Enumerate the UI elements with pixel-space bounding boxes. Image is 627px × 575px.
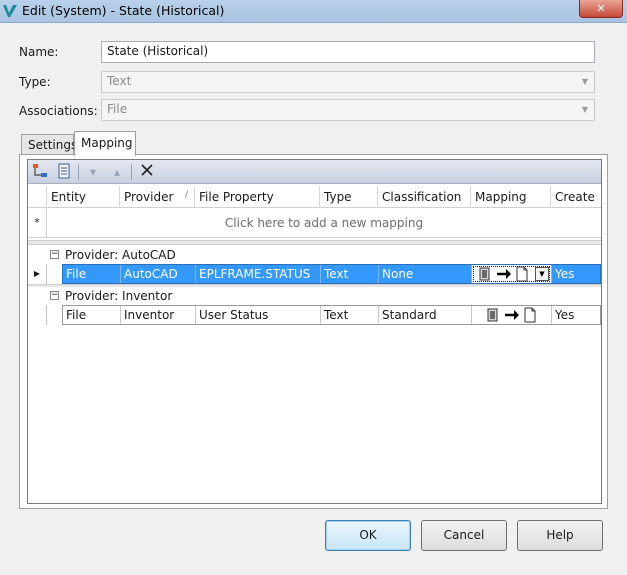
ok-button-label: OK [359, 528, 377, 542]
column-classification[interactable]: Classification [378, 186, 471, 208]
cell-type[interactable]: Text [321, 265, 379, 283]
move-up-button[interactable]: ▴ [108, 163, 126, 181]
properties-icon [58, 163, 70, 179]
cell-classification[interactable]: None [379, 265, 472, 283]
cell-provider[interactable]: AutoCAD [121, 265, 196, 283]
mapping-direction [478, 266, 528, 282]
new-row-icon: * [28, 208, 47, 238]
column-create[interactable]: Create [551, 186, 601, 208]
move-down-icon: ▾ [89, 165, 97, 179]
collapse-icon[interactable]: − [50, 250, 59, 259]
mapping-direction [486, 307, 536, 323]
toolbar-separator [131, 164, 132, 180]
window-title: Edit (System) - State (Historical) [22, 3, 225, 18]
help-button-label: Help [546, 528, 574, 542]
title-bar: Edit (System) - State (Historical) ✕ [0, 0, 627, 23]
type-select[interactable]: Text ▼ [101, 71, 595, 93]
tab-settings[interactable]: Settings [21, 134, 78, 155]
cell-mapping[interactable] [472, 306, 552, 324]
close-icon: ✕ [596, 2, 606, 15]
delete-icon [141, 164, 153, 176]
table-row[interactable]: File Inventor User Status Text Standard [28, 305, 601, 325]
column-mapping[interactable]: Mapping [471, 186, 551, 208]
group-header-autocad[interactable]: − Provider: AutoCAD [28, 246, 601, 264]
mapping-grid: ▾ ▴ Entity Provider / File Property Type… [27, 159, 602, 504]
column-type-label: Type [324, 190, 352, 204]
chevron-down-icon: ▼ [539, 270, 545, 278]
ok-button[interactable]: OK [325, 520, 411, 551]
row-header-corner [28, 186, 47, 208]
mapping-panel: ▾ ▴ Entity Provider / File Property Type… [19, 154, 608, 509]
add-mapping-icon [33, 164, 47, 177]
column-entity-label: Entity [51, 190, 87, 204]
grid-header: Entity Provider / File Property Type Cla… [28, 186, 601, 208]
tab-mapping-label: Mapping [81, 136, 133, 150]
move-up-icon: ▴ [113, 165, 121, 179]
group-header-inventor[interactable]: − Provider: Inventor [28, 287, 601, 305]
associations-select[interactable]: File ▼ [101, 99, 595, 121]
app-logo-icon [3, 5, 17, 17]
type-label: Type: [19, 75, 51, 89]
column-provider-label: Provider [124, 190, 174, 204]
add-mapping-hint: Click here to add a new mapping [224, 216, 424, 230]
add-mapping-row[interactable]: * Click here to add a new mapping [28, 208, 601, 238]
cell-provider[interactable]: Inventor [121, 306, 196, 324]
current-row-icon: ▶ [28, 264, 47, 284]
associations-value: File [107, 102, 128, 116]
name-input[interactable]: State (Historical) [101, 41, 595, 63]
cell-entity[interactable]: File [63, 306, 121, 324]
close-button[interactable]: ✕ [579, 0, 623, 18]
file-icon [516, 266, 528, 282]
tab-mapping[interactable]: Mapping [74, 131, 136, 156]
add-mapping-button[interactable] [31, 163, 49, 181]
arrow-right-icon [496, 269, 511, 279]
cell-file-property[interactable]: User Status [196, 306, 321, 324]
name-value: State (Historical) [107, 44, 209, 58]
table-row[interactable]: ▶ File AutoCAD EPLFRAME.STATUS Text None [28, 264, 601, 284]
sort-ascending-icon: / [184, 190, 188, 200]
help-button[interactable]: Help [517, 520, 603, 551]
cancel-button[interactable]: Cancel [421, 520, 507, 551]
cell-type[interactable]: Text [321, 306, 379, 324]
provider-property-icon [487, 308, 498, 322]
column-create-label: Create [555, 190, 595, 204]
group-label: Provider: AutoCAD [65, 248, 176, 262]
file-icon [524, 307, 536, 323]
associations-label: Associations: [19, 104, 98, 118]
name-label: Name: [19, 45, 59, 59]
delete-button[interactable] [138, 163, 156, 181]
cell-entity[interactable]: File [63, 265, 121, 283]
provider-property-icon [479, 267, 490, 281]
column-mapping-label: Mapping [475, 190, 527, 204]
tab-settings-label: Settings [28, 138, 78, 152]
grid-toolbar: ▾ ▴ [28, 160, 601, 184]
column-provider[interactable]: Provider / [120, 186, 195, 208]
cell-create[interactable]: Yes [552, 265, 600, 283]
column-file-property[interactable]: File Property [195, 186, 320, 208]
chevron-down-icon: ▼ [581, 77, 589, 86]
collapse-icon[interactable]: − [50, 291, 59, 300]
cell-mapping[interactable]: ▼ [472, 265, 552, 283]
cell-classification[interactable]: Standard [379, 306, 472, 324]
group-separator [28, 240, 601, 245]
row-cells: File AutoCAD EPLFRAME.STATUS Text None ▼… [62, 264, 601, 284]
row-cells: File Inventor User Status Text Standard [62, 305, 601, 325]
cell-file-property[interactable]: EPLFRAME.STATUS [196, 265, 321, 283]
column-classification-label: Classification [382, 190, 462, 204]
properties-button[interactable] [55, 163, 73, 181]
column-entity[interactable]: Entity [47, 186, 120, 208]
group-label: Provider: Inventor [65, 289, 173, 303]
row-indicator [28, 305, 47, 325]
cancel-button-label: Cancel [443, 528, 485, 542]
toolbar-separator [78, 164, 79, 180]
arrow-right-icon [504, 310, 519, 320]
column-file-property-label: File Property [199, 190, 274, 204]
cell-create[interactable]: Yes [552, 306, 600, 324]
column-type[interactable]: Type [320, 186, 378, 208]
chevron-down-icon: ▼ [581, 105, 589, 114]
move-down-button[interactable]: ▾ [84, 163, 102, 181]
type-value: Text [107, 74, 132, 88]
mapping-dropdown-button[interactable]: ▼ [535, 267, 549, 281]
